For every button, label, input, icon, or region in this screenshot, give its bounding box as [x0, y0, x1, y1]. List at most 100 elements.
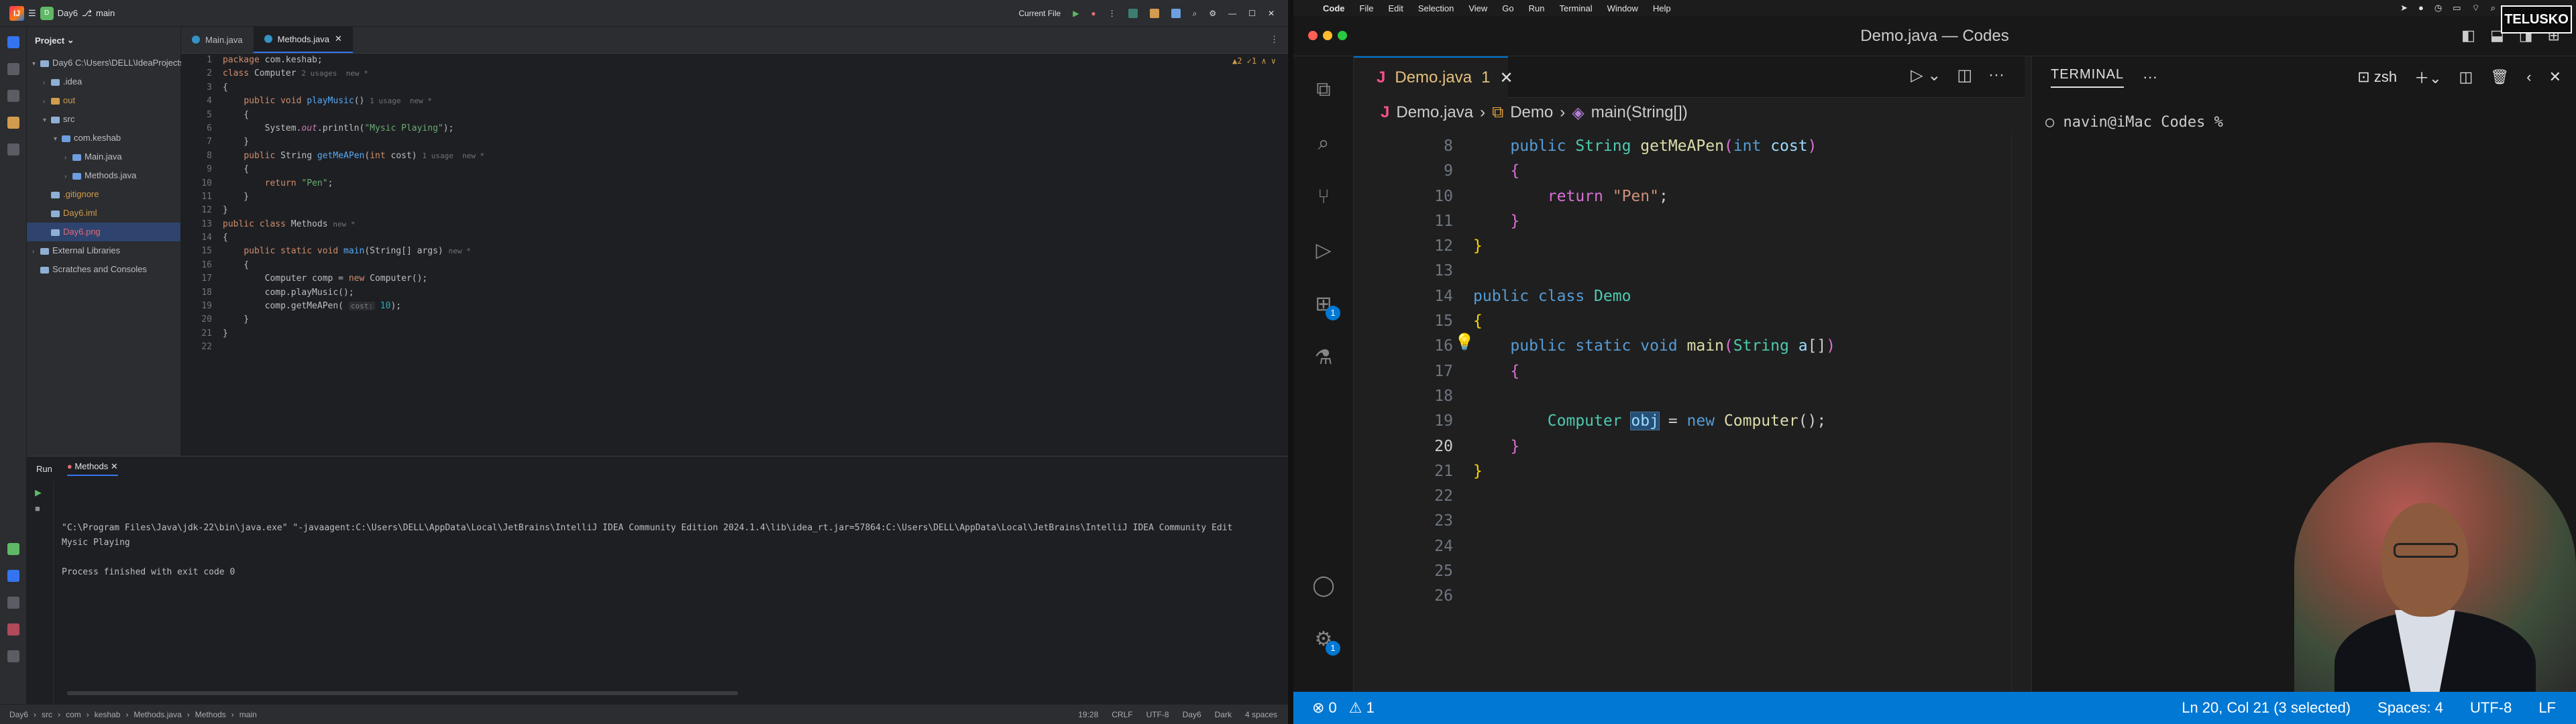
status-item[interactable]: Dark	[1215, 710, 1232, 719]
hamburger-menu-icon[interactable]: ☰	[28, 8, 36, 19]
status-crumb[interactable]: com	[66, 710, 81, 719]
git-tool-icon[interactable]	[7, 650, 19, 662]
split-editor-icon[interactable]: ◫	[1957, 66, 1972, 85]
status-item[interactable]: UTF-8	[1146, 710, 1169, 719]
minimize-icon[interactable]: —	[1228, 9, 1236, 18]
account-icon[interactable]: ◯	[1310, 572, 1337, 599]
toggle-sidebar-icon[interactable]: ◧	[2461, 27, 2475, 44]
code-line[interactable]: {	[1473, 359, 1835, 384]
github-tool-icon[interactable]	[7, 90, 19, 102]
menu-item[interactable]: File	[1360, 3, 1374, 13]
run-config-selector[interactable]: Current File	[1019, 9, 1061, 18]
code-line[interactable]	[1473, 584, 1835, 609]
menu-item[interactable]: Window	[1607, 3, 1638, 13]
code-editor[interactable]: 1 2 3 4 5 6 7 8 9 10 11 12 13 14 15 16 17 18 19 20 21 22 pack…	[181, 54, 1288, 456]
tree-item[interactable]: › out	[27, 91, 180, 110]
search-icon[interactable]: ⌕	[1193, 9, 1197, 19]
code-line[interactable]: public class Methods new *	[223, 218, 1229, 231]
settings-icon[interactable]: ⚙	[1209, 9, 1216, 18]
debug-icon[interactable]: ●	[1091, 9, 1095, 18]
run-java-icon[interactable]: ▷ ⌄	[1911, 66, 1941, 85]
code-line[interactable]: }	[1473, 434, 1835, 459]
code-line[interactable]: package com.keshab;	[223, 54, 1229, 67]
code-line[interactable]: {	[223, 163, 1229, 176]
menu-item[interactable]: Terminal	[1560, 3, 1593, 13]
tree-item[interactable]: › External Libraries	[27, 241, 180, 260]
wifi-icon[interactable]: ⌔	[2471, 3, 2479, 13]
clock-icon[interactable]: ◷	[2434, 3, 2442, 13]
tree-item[interactable]: › Main.java	[27, 147, 180, 166]
new-terminal-icon[interactable]: ＋⌄	[2414, 66, 2441, 88]
menu-item[interactable]: Selection	[1418, 3, 1454, 13]
zoom-window-button[interactable]	[1338, 31, 1347, 40]
structure-tool-icon[interactable]	[7, 117, 19, 129]
record-icon[interactable]: ●	[2418, 3, 2424, 13]
code-with-me-icon[interactable]	[1171, 9, 1181, 18]
tree-item[interactable]: .gitignore	[27, 185, 180, 204]
code-line[interactable]: {	[1473, 159, 1835, 184]
ai-assistant-icon[interactable]	[1149, 9, 1159, 18]
source-control-icon[interactable]: ⑂	[1310, 184, 1337, 210]
commit-tool-icon[interactable]	[7, 63, 19, 75]
code-area[interactable]: package com.keshab; class Computer 2 usag…	[223, 54, 1229, 456]
code-line[interactable]: {	[223, 109, 1229, 122]
battery-icon[interactable]: ▭	[2453, 3, 2461, 13]
status-crumb[interactable]: main	[239, 710, 257, 719]
status-item[interactable]: 4 spaces	[1245, 710, 1277, 719]
code-line[interactable]: }	[1473, 459, 1835, 484]
rerun-icon[interactable]: ▶	[35, 487, 42, 498]
menu-item[interactable]: Help	[1653, 3, 1671, 13]
run-icon[interactable]: ▶	[1073, 9, 1079, 18]
code-line[interactable]	[1473, 509, 1835, 534]
menu-item[interactable]: Code	[1323, 3, 1345, 13]
tree-item[interactable]: › .idea	[27, 72, 180, 91]
tree-item[interactable]: Day6.png	[27, 223, 180, 241]
console-output[interactable]: "C:\Program Files\Java\jdk-22\bin\java.e…	[62, 521, 1232, 580]
tree-item[interactable]: Day6.iml	[27, 204, 180, 223]
tree-item[interactable]: › Methods.java	[27, 166, 180, 185]
code-line[interactable]	[1473, 384, 1835, 409]
code-line[interactable]: }	[223, 327, 1229, 341]
run-tab-methods[interactable]: ● Methods ✕	[66, 461, 118, 476]
run-debug-icon[interactable]: ▷	[1310, 237, 1337, 264]
tree-item[interactable]: ▾ src	[27, 110, 180, 129]
terminal-tab[interactable]: TERMINAL	[2051, 67, 2125, 88]
services-tool-icon[interactable]	[7, 543, 19, 555]
code-area[interactable]: public String getMeAPen(int cost) { retu…	[1473, 134, 1835, 609]
code-line[interactable]	[223, 341, 1229, 354]
plugins-icon[interactable]	[1128, 9, 1138, 18]
status-item[interactable]: CRLF	[1112, 710, 1132, 719]
breadcrumb-file[interactable]: Demo.java	[1396, 103, 1473, 122]
code-line[interactable]: public void playMusic() 1 usage new *	[223, 95, 1229, 108]
location-icon[interactable]: ➤	[2400, 3, 2408, 13]
status-item[interactable]: UTF-8	[2470, 699, 2512, 717]
errors-count[interactable]: ⊗ 0	[1312, 699, 1337, 717]
tab-methods-java[interactable]: Methods.java ✕	[253, 26, 353, 53]
code-line[interactable]: return "Pen";	[223, 177, 1229, 190]
breadcrumb-method[interactable]: main(String[])	[1591, 103, 1688, 122]
collapse-icon[interactable]: ‹	[2526, 68, 2531, 86]
code-line[interactable]: }	[223, 135, 1229, 149]
code-line[interactable]: comp.getMeAPen( cost: 10);	[223, 300, 1229, 313]
search-icon[interactable]: ⌕	[1310, 130, 1337, 157]
close-icon[interactable]: ✕	[1268, 9, 1275, 18]
code-line[interactable]	[1473, 559, 1835, 584]
code-line[interactable]	[1473, 259, 1835, 284]
kill-terminal-icon[interactable]: 🗑	[2490, 68, 2509, 86]
terminal-prompt[interactable]: ○ navin@iMac Codes %	[2045, 114, 2223, 131]
status-crumb[interactable]: keshab	[95, 710, 121, 719]
status-item[interactable]: Day6	[1183, 710, 1201, 719]
close-tab-icon[interactable]: ✕	[335, 34, 342, 44]
warnings-count[interactable]: ⚠ 1	[1349, 699, 1375, 717]
code-line[interactable]: {	[223, 259, 1229, 272]
maximize-icon[interactable]: ☐	[1248, 9, 1256, 18]
terminal-shell-icon[interactable]: ⊡ zsh	[2357, 68, 2397, 86]
menu-item[interactable]: View	[1468, 3, 1487, 13]
code-line[interactable]	[1473, 484, 1835, 509]
testing-icon[interactable]: ⚗	[1310, 345, 1337, 371]
status-item[interactable]: Spaces: 4	[2377, 699, 2443, 717]
terminal-tool-icon[interactable]	[7, 597, 19, 609]
inspection-widget[interactable]: ▲2 ✓1 ∧ ∨	[1232, 56, 1276, 66]
stop-icon[interactable]: ■	[35, 503, 40, 514]
project-switcher[interactable]: Day6	[58, 8, 78, 18]
